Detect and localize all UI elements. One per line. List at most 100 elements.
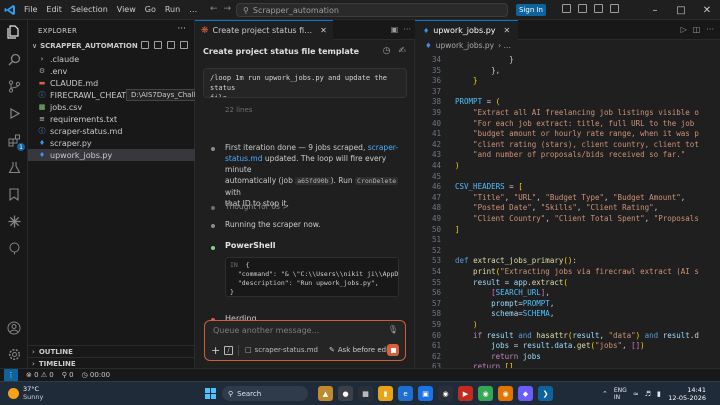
back-arrow-icon[interactable]: ←	[210, 4, 218, 14]
settings-gear-icon[interactable]	[6, 346, 22, 362]
code-line[interactable]: 48 "Posted Date", "Skills", "Client Rati…	[415, 203, 720, 214]
code-line[interactable]: 62 return jobs	[415, 352, 720, 363]
code-line[interactable]: 49 "Client Country", "Client Total Spent…	[415, 214, 720, 225]
testing-flask-icon[interactable]	[6, 159, 22, 175]
scraper-status-link[interactable]: status.md	[225, 154, 263, 163]
new-chat-icon[interactable]: ✍	[398, 46, 406, 56]
app-icon[interactable]: ◉	[438, 386, 453, 401]
close-icon[interactable]: ✕	[504, 26, 511, 35]
code-line[interactable]: 55 result = app.extract(	[415, 278, 720, 289]
menu-go[interactable]: Go	[145, 5, 156, 14]
menu-run[interactable]: Run	[165, 5, 180, 14]
problems-indicator[interactable]: ⊗ 0 ⚠ 0	[26, 371, 54, 379]
remote-indicator-icon[interactable]: ⋮	[4, 369, 18, 381]
new-file-icon[interactable]	[141, 41, 149, 49]
code-line[interactable]: 52	[415, 246, 720, 257]
code-line[interactable]: 36 }	[415, 76, 720, 87]
code-line[interactable]: 38 PROMPT = (	[415, 97, 720, 108]
code-line[interactable]: 41 "budget amount or hourly rate range, …	[415, 129, 720, 140]
more-icon[interactable]: ···	[403, 25, 411, 34]
menu-selection[interactable]: Selection	[71, 5, 108, 14]
code-line[interactable]: 57 prompt=PROMPT,	[415, 299, 720, 310]
timer-indicator[interactable]: ◷ 00:00	[82, 371, 111, 379]
edge-icon[interactable]: e	[398, 386, 413, 401]
file-item[interactable]: ⓘ scraper-status.md	[28, 125, 195, 137]
store-icon[interactable]: ▣	[418, 386, 433, 401]
stop-button[interactable]	[387, 344, 399, 356]
toggle-panel-icon[interactable]	[578, 4, 587, 13]
code-line[interactable]: 42 "client rating (stars), client countr…	[415, 140, 720, 151]
code-line[interactable]: 61 jobs = result.data.get("jobs", [])	[415, 341, 720, 352]
taskbar-search[interactable]: ⚲ Search	[222, 386, 308, 401]
code-line[interactable]: 46 CSV_HEADERS = [	[415, 182, 720, 193]
account-icon[interactable]	[6, 320, 22, 336]
code-line[interactable]: 51	[415, 235, 720, 246]
code-line[interactable]: 60 if result and hasattr(result, "data")…	[415, 331, 720, 342]
explorer-files-icon[interactable]	[6, 24, 22, 40]
code-line[interactable]: 47 "Title", "URL", "Budget Type", "Budge…	[415, 193, 720, 204]
code-line[interactable]: 40 "For each job extract: title, full UR…	[415, 119, 720, 130]
taskbar-clock[interactable]: 14:41 12-05-2026	[668, 386, 706, 402]
breadcrumb-trail[interactable]: › …	[498, 41, 511, 50]
chrome-canary-icon[interactable]: ◉	[498, 386, 513, 401]
run-python-icon[interactable]: ▷	[681, 25, 687, 34]
language-indicator[interactable]: ENG IN	[614, 387, 627, 401]
folder-icon[interactable]: ▮	[378, 386, 393, 401]
permission-mode-toggle[interactable]: ✎ Ask before edits	[329, 346, 394, 354]
file-item[interactable]: ⚙ .env	[28, 65, 195, 77]
run-debug-icon[interactable]	[6, 105, 22, 121]
code-line[interactable]: 53 def extract_jobs_primary():	[415, 256, 720, 267]
code-line[interactable]: 35 },	[415, 66, 720, 77]
more-icon[interactable]: ···	[706, 25, 714, 34]
chrome-icon[interactable]: ◉	[478, 386, 493, 401]
file-item[interactable]: › .claude	[28, 53, 195, 65]
menu-file[interactable]: File	[24, 5, 37, 14]
search-icon[interactable]	[6, 51, 22, 67]
code-area[interactable]: 34 } 35 }, 36 } 37 38 PROMPT = (39 "Extract a…	[415, 55, 720, 368]
weather-widget[interactable]: 37°C Sunny	[8, 385, 43, 401]
slash-command-icon[interactable]: /	[224, 346, 233, 355]
forward-arrow-icon[interactable]: →	[224, 4, 232, 14]
code-line[interactable]: 58 schema=SCHEMA,	[415, 309, 720, 320]
code-line[interactable]: 50]	[415, 225, 720, 236]
command-center-search[interactable]: ⚲ Scrapper_automation	[236, 3, 508, 17]
vscode-taskbar-icon[interactable]: ❯	[538, 386, 553, 401]
maximize-icon[interactable]: □	[668, 0, 694, 20]
ports-indicator[interactable]: ⚲ 0	[62, 371, 74, 379]
menu-view[interactable]: View	[117, 5, 136, 14]
menu-more[interactable]: …	[189, 5, 197, 14]
battery-icon[interactable]: ▮	[657, 390, 661, 398]
file-item[interactable]: ▬ CLAUDE.md	[28, 77, 195, 89]
file-item[interactable]: ♦ scraper.py	[28, 137, 195, 149]
volume-icon[interactable]: ♬	[645, 390, 651, 398]
code-line[interactable]: 39 "Extract all AI freelancing job listi…	[415, 108, 720, 119]
toggle-sidebar-icon[interactable]	[562, 4, 571, 13]
remote-explorer-icon[interactable]	[6, 240, 22, 256]
file-item[interactable]: ≡ requirements.txt	[28, 113, 195, 125]
refresh-icon[interactable]	[167, 41, 175, 49]
tool-title[interactable]: PowerShell	[225, 241, 276, 250]
extensions-icon[interactable]: 1	[6, 132, 25, 151]
breadcrumb-file[interactable]: upwork_jobs.py	[436, 41, 494, 50]
chevron-up-icon[interactable]: ⌃	[602, 390, 608, 398]
source-control-icon[interactable]	[6, 78, 22, 94]
close-window-icon[interactable]: ✕	[694, 0, 720, 20]
claude-tab[interactable]: ❋ Create project status fi… ✕	[195, 20, 333, 40]
add-attachment-icon[interactable]: +	[211, 345, 220, 356]
scraper-status-link[interactable]: scraper-	[368, 143, 398, 152]
file-item[interactable]: ▦ jobs.csv	[28, 101, 195, 113]
new-folder-icon[interactable]	[154, 41, 162, 49]
code-line[interactable]: 34 }	[415, 55, 720, 66]
message-input[interactable]: Queue another message...	[213, 326, 319, 335]
thought-toggle[interactable]: Thought for 0s >	[225, 201, 399, 212]
split-editor-icon[interactable]: ◫	[693, 25, 701, 34]
wifi-icon[interactable]: ≈	[633, 390, 639, 398]
code-line[interactable]: 44)	[415, 161, 720, 172]
more-actions-icon[interactable]: ···	[177, 24, 186, 34]
bookmark-icon[interactable]	[6, 186, 22, 202]
microphone-icon[interactable]: 🎙︎	[388, 325, 398, 334]
code-line[interactable]: 37	[415, 87, 720, 98]
sign-in-button[interactable]: Sign In	[516, 4, 546, 16]
close-icon[interactable]: ✕	[320, 26, 327, 35]
code-line[interactable]: 43 "and number of proposals/bids receive…	[415, 150, 720, 161]
